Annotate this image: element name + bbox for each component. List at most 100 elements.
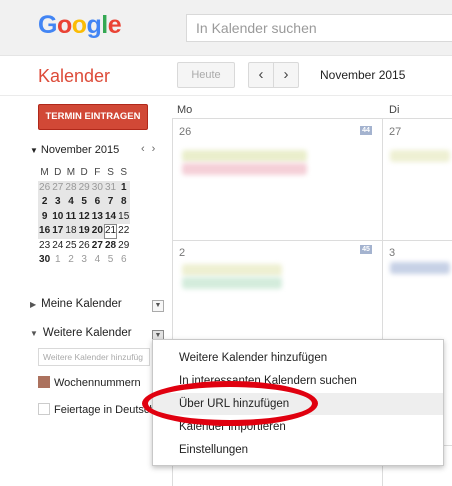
mini-day[interactable]: 12 bbox=[77, 209, 91, 224]
mini-day[interactable]: 4 bbox=[64, 195, 78, 210]
column-header-mo: Mo bbox=[177, 104, 193, 116]
mini-day[interactable]: 13 bbox=[90, 209, 104, 224]
menu-item-add-by-url[interactable]: Über URL hinzufügen bbox=[153, 393, 443, 415]
mini-day[interactable]: 4 bbox=[91, 253, 104, 268]
mini-day[interactable]: 22 bbox=[117, 224, 130, 239]
mini-calendar-header[interactable]: ▼ November 2015 bbox=[30, 144, 119, 156]
mini-day[interactable]: 26 bbox=[78, 239, 91, 254]
mini-day[interactable]: 6 bbox=[117, 253, 130, 268]
mini-day[interactable]: 29 bbox=[77, 180, 91, 195]
mini-day[interactable]: 28 bbox=[64, 180, 78, 195]
menu-item-settings[interactable]: Einstellungen bbox=[153, 439, 443, 461]
mini-day[interactable]: 18 bbox=[64, 224, 78, 239]
mini-day[interactable]: 11 bbox=[64, 209, 78, 224]
menu-item-browse-calendars[interactable]: In interessanten Kalendern suchen bbox=[153, 370, 443, 392]
my-calendars-toggle[interactable]: ▶ Meine Kalender bbox=[30, 298, 122, 310]
mini-day[interactable]: 6 bbox=[90, 195, 104, 210]
calendar-item-wochennummern[interactable]: Wochennummern bbox=[38, 376, 141, 389]
event-blurred[interactable] bbox=[182, 163, 307, 175]
mini-day[interactable]: 9 bbox=[38, 209, 52, 224]
mini-next-icon[interactable]: › bbox=[152, 143, 163, 155]
event-blurred[interactable] bbox=[390, 150, 450, 162]
mini-day[interactable]: 8 bbox=[117, 195, 131, 210]
mini-calendar-month: November 2015 bbox=[40, 144, 120, 156]
header-divider bbox=[0, 95, 452, 96]
mini-day-today[interactable]: 21 bbox=[103, 224, 118, 239]
search-input[interactable]: In Kalender suchen bbox=[186, 14, 452, 42]
weekday-header: M bbox=[66, 167, 76, 178]
my-calendars-dropdown-icon[interactable]: ▼ bbox=[152, 300, 164, 312]
mini-day[interactable]: 30 bbox=[90, 180, 104, 195]
mini-day[interactable]: 16 bbox=[38, 224, 52, 239]
calendar-item-feiertage[interactable]: Feiertage in Deutsch bbox=[38, 403, 156, 416]
menu-item-import-calendar[interactable]: Kalender importieren bbox=[153, 416, 443, 438]
other-calendars-toggle[interactable]: ▼ Weitere Kalender bbox=[30, 327, 132, 339]
column-header-di: Di bbox=[389, 104, 400, 116]
mini-day[interactable]: 5 bbox=[104, 253, 117, 268]
mini-day[interactable]: 24 bbox=[51, 239, 64, 254]
weekday-header: S bbox=[120, 167, 128, 178]
mini-day[interactable]: 10 bbox=[51, 209, 65, 224]
next-period-button[interactable]: › bbox=[273, 62, 299, 88]
mini-day[interactable]: 25 bbox=[64, 239, 77, 254]
mini-day[interactable]: 29 bbox=[117, 239, 130, 254]
day-number: 2 bbox=[179, 247, 186, 259]
mini-calendar-grid: M D M D F S S 26 27 28 29 30 31 1 2 3 4 … bbox=[38, 166, 131, 268]
chevron-right-icon: › bbox=[283, 66, 289, 83]
mini-day[interactable]: 3 bbox=[51, 195, 65, 210]
weekday-header: F bbox=[94, 167, 101, 178]
event-blurred[interactable] bbox=[390, 262, 450, 274]
mini-day[interactable]: 26 bbox=[38, 180, 52, 195]
mini-day[interactable]: 27 bbox=[51, 180, 65, 195]
menu-item-add-calendar[interactable]: Weitere Kalender hinzufügen bbox=[153, 347, 443, 369]
mini-week-row: 16 17 18 19 20 21 22 bbox=[38, 224, 130, 239]
mini-day[interactable]: 19 bbox=[77, 224, 91, 239]
mini-day[interactable]: 23 bbox=[38, 239, 51, 254]
add-calendar-input[interactable]: Weitere Kalender hinzufüg bbox=[38, 348, 150, 366]
week-number-badge: 45 bbox=[360, 245, 372, 254]
mini-day[interactable]: 15 bbox=[117, 209, 131, 224]
google-logo[interactable]: Google bbox=[38, 11, 122, 40]
mini-day[interactable]: 20 bbox=[90, 224, 104, 239]
mini-day[interactable]: 1 bbox=[51, 253, 64, 268]
current-month-label: November 2015 bbox=[320, 68, 406, 82]
mini-day[interactable]: 30 bbox=[38, 253, 51, 268]
event-blurred[interactable] bbox=[182, 277, 282, 289]
collapse-triangle-icon: ▼ bbox=[30, 146, 38, 155]
mini-calendar-nav: ‹› bbox=[141, 143, 162, 155]
weekday-header: S bbox=[107, 167, 114, 178]
mini-day[interactable]: 1 bbox=[117, 180, 131, 195]
mini-week-row: 23 24 25 26 27 28 29 bbox=[38, 239, 130, 254]
prev-period-button[interactable]: ‹ bbox=[248, 62, 274, 88]
mini-day[interactable]: 2 bbox=[64, 253, 77, 268]
event-blurred[interactable] bbox=[182, 264, 282, 276]
create-event-button[interactable]: TERMIN EINTRAGEN bbox=[38, 104, 148, 130]
weekday-header: D bbox=[80, 167, 88, 178]
mini-weekday-row: M D M D F S S bbox=[38, 166, 130, 181]
mini-week-row: 9 10 11 12 13 14 15 bbox=[38, 209, 131, 224]
mini-day[interactable]: 27 bbox=[91, 239, 104, 254]
chevron-left-icon: ‹ bbox=[258, 66, 264, 83]
expand-triangle-icon: ▶ bbox=[30, 300, 37, 309]
today-button[interactable]: Heute bbox=[177, 62, 235, 88]
mini-day[interactable]: 14 bbox=[103, 209, 118, 224]
mini-day[interactable]: 5 bbox=[77, 195, 91, 210]
day-cell[interactable] bbox=[172, 118, 382, 240]
event-blurred[interactable] bbox=[182, 150, 307, 162]
calendar-color-swatch[interactable] bbox=[38, 376, 50, 388]
collapse-triangle-icon: ▼ bbox=[30, 329, 38, 338]
mini-week-row: 26 27 28 29 30 31 1 bbox=[38, 180, 131, 195]
calendar-item-label: Wochennummern bbox=[54, 377, 141, 389]
mini-prev-icon[interactable]: ‹ bbox=[141, 143, 152, 155]
mini-day[interactable]: 7 bbox=[103, 195, 118, 210]
mini-day[interactable]: 3 bbox=[78, 253, 91, 268]
day-number: 26 bbox=[179, 126, 192, 138]
other-calendars-menu: Weitere Kalender hinzufügen In interessa… bbox=[152, 339, 444, 466]
my-calendars-label: Meine Kalender bbox=[41, 298, 122, 310]
mini-day[interactable]: 2 bbox=[38, 195, 52, 210]
mini-day[interactable]: 28 bbox=[104, 239, 117, 254]
mini-day[interactable]: 17 bbox=[51, 224, 65, 239]
mini-day[interactable]: 31 bbox=[103, 180, 118, 195]
mini-week-row: 2 3 4 5 6 7 8 bbox=[38, 195, 131, 210]
calendar-checkbox[interactable] bbox=[38, 403, 50, 415]
